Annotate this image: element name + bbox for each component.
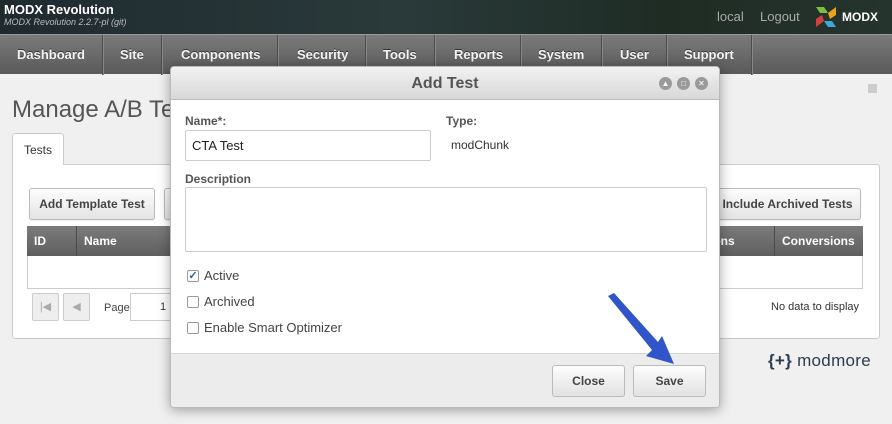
nav-site[interactable]: Site: [103, 35, 162, 75]
active-label[interactable]: Active: [204, 268, 239, 283]
archived-label[interactable]: Archived: [204, 294, 255, 309]
modmore-logo: {+} modmore: [768, 351, 871, 371]
col-conversions[interactable]: Conversions: [775, 226, 863, 256]
description-field[interactable]: [185, 187, 707, 252]
include-archived-button[interactable]: Include Archived Tests: [714, 188, 861, 220]
modx-logo-icon: [816, 7, 836, 27]
prev-page-button[interactable]: ◀: [63, 293, 90, 321]
nav-dashboard[interactable]: Dashboard: [0, 35, 103, 75]
active-checkbox[interactable]: ✓: [187, 270, 199, 282]
page-label: Page: [104, 302, 130, 314]
brand-title: MODX Revolution: [4, 2, 114, 17]
annotation-arrow-icon: [608, 293, 674, 364]
close-icon[interactable]: ✕: [695, 77, 708, 90]
description-label: Description: [185, 172, 252, 186]
archived-checkbox[interactable]: [187, 296, 199, 308]
collapse-icon[interactable]: ▲: [659, 77, 672, 90]
brand-version: MODX Revolution 2.2.7-pl (git): [4, 17, 127, 27]
site-link[interactable]: local: [717, 9, 744, 24]
smart-optimizer-label[interactable]: Enable Smart Optimizer: [204, 320, 342, 335]
logout-link[interactable]: Logout: [760, 9, 800, 24]
first-page-button[interactable]: |◀: [32, 293, 59, 321]
modmore-name: modmore: [797, 351, 871, 370]
page-title: Manage A/B Tests: [12, 96, 172, 123]
name-field[interactable]: CTA Test: [185, 130, 431, 161]
tab-tests[interactable]: Tests: [12, 133, 64, 165]
modx-logo[interactable]: MODX: [814, 5, 886, 29]
modx-logo-text: MODX: [842, 10, 878, 24]
col-id[interactable]: ID: [27, 226, 77, 256]
add-template-test-button[interactable]: Add Template Test: [29, 188, 155, 220]
modal-title: Add Test: [411, 75, 479, 92]
modal-header[interactable]: Add Test ▲ □ ✕: [171, 67, 719, 100]
top-header: MODX Revolution MODX Revolution 2.2.7-pl…: [0, 0, 892, 34]
modmore-bracket: {+}: [768, 351, 793, 370]
maximize-icon[interactable]: □: [677, 77, 690, 90]
name-label: Name*:: [185, 114, 227, 128]
type-label: Type:: [446, 114, 478, 128]
type-value: modChunk: [451, 138, 510, 152]
collapse-toggle[interactable]: [868, 84, 877, 93]
smart-optimizer-checkbox[interactable]: [187, 322, 199, 334]
empty-grid-message: No data to display: [771, 301, 860, 313]
page-number-input[interactable]: 1: [130, 293, 170, 321]
